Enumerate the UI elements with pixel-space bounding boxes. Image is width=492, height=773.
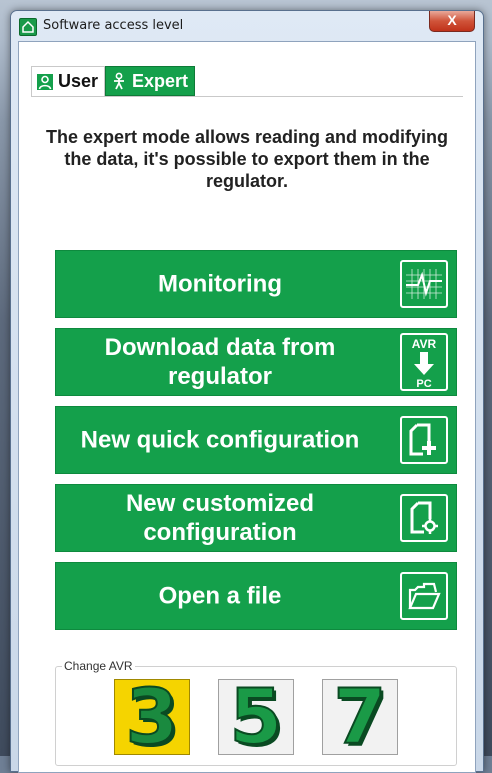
app-house-icon <box>19 18 37 36</box>
avr-option-3[interactable]: 3 <box>114 672 190 761</box>
avr-digit-7: 7 <box>333 672 388 761</box>
new-customized-configuration-button[interactable]: New customized configuration <box>55 484 457 552</box>
new-quick-configuration-label: New quick configuration <box>80 426 360 454</box>
download-data-button[interactable]: Download data from regulator AVR PC <box>55 328 457 396</box>
document-gear-icon <box>400 494 448 542</box>
open-folder-icon <box>400 572 448 620</box>
avr-option-7[interactable]: 7 <box>322 672 398 761</box>
new-quick-configuration-button[interactable]: New quick configuration <box>55 406 457 474</box>
monitoring-chart-icon <box>400 260 448 308</box>
avr-digit-3: 3 <box>125 672 180 761</box>
mode-description: The expert mode allows reading and modif… <box>45 127 449 191</box>
change-avr-group: Change AVR 3 5 7 <box>55 659 457 766</box>
avr-to-pc-download-icon: AVR PC <box>400 333 448 391</box>
dialog-window: Software access level X User Expert The … <box>10 10 484 773</box>
user-icon <box>36 73 54 91</box>
open-file-button[interactable]: Open a file <box>55 562 457 630</box>
window-title: Software access level <box>43 18 184 33</box>
tab-user-label: User <box>58 71 99 91</box>
tab-divider <box>31 96 463 97</box>
new-document-plus-icon <box>400 416 448 464</box>
access-level-tabs: User Expert <box>31 66 196 96</box>
title-bar[interactable]: Software access level X <box>11 11 483 41</box>
download-icon-top-text: AVR <box>412 337 437 351</box>
avr-option-5[interactable]: 5 <box>218 672 294 761</box>
expert-icon <box>110 72 128 90</box>
monitoring-button[interactable]: Monitoring <box>55 250 457 318</box>
download-data-label: Download data from regulator <box>104 334 336 390</box>
avr-digit-5: 5 <box>229 672 284 761</box>
download-icon-bottom-text: PC <box>416 378 431 389</box>
monitoring-label: Monitoring <box>158 270 282 298</box>
tab-expert-label: Expert <box>132 70 189 91</box>
change-avr-label: Change AVR <box>62 659 135 673</box>
dialog-content: User Expert The expert mode allows readi… <box>18 41 476 773</box>
new-customized-configuration-label: New customized configuration <box>125 490 315 546</box>
close-button[interactable]: X <box>429 11 475 32</box>
tab-expert[interactable]: Expert <box>105 66 196 96</box>
tab-user[interactable]: User <box>31 66 106 96</box>
open-file-label: Open a file <box>158 582 282 610</box>
